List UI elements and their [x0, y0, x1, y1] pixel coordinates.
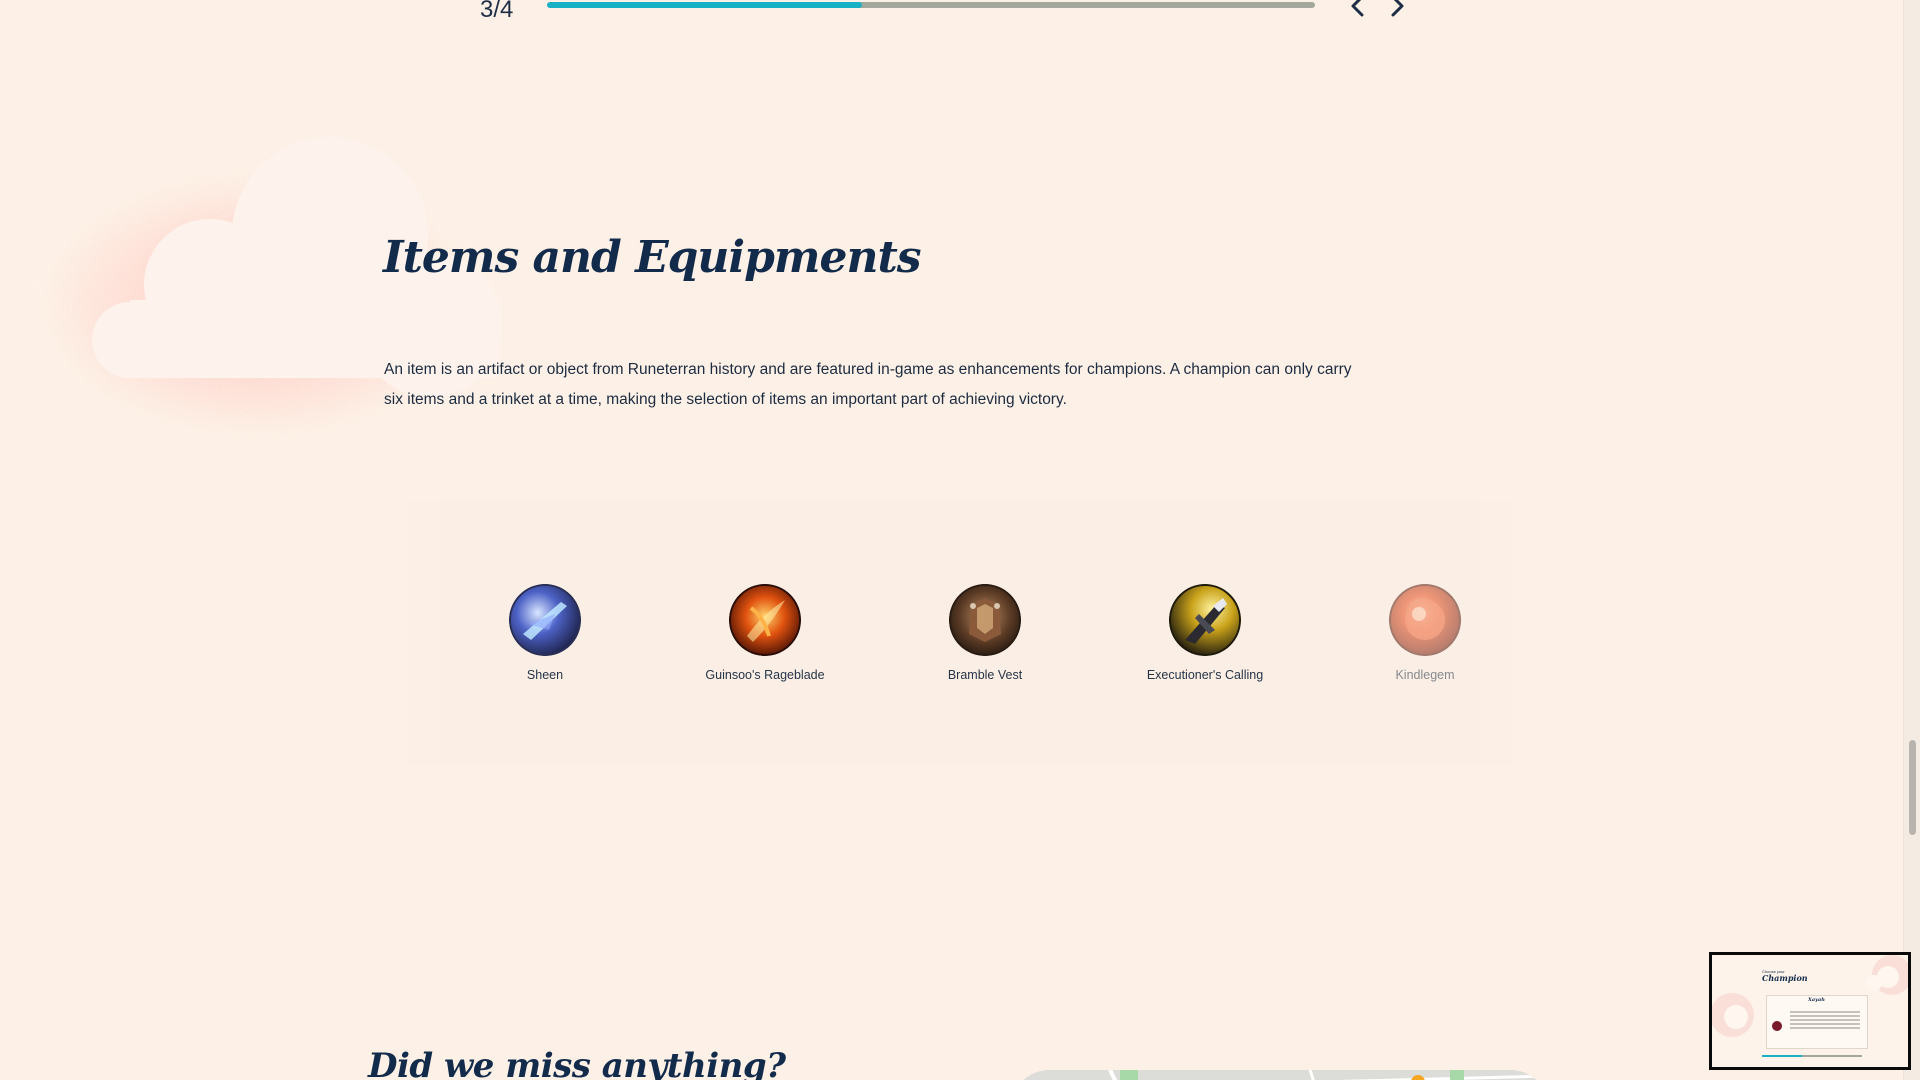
item-label: Kindlegem: [1395, 668, 1455, 682]
item-label: Bramble Vest: [947, 668, 1023, 682]
item-label: Guinsoo's Rageblade: [705, 668, 825, 682]
pager-next-button[interactable]: [1383, 0, 1411, 20]
minimap-card: [1766, 995, 1868, 1049]
minimap-card-name: Xayah: [1808, 997, 1825, 1003]
pager-progress-fill: [547, 2, 862, 8]
sheen-icon: [509, 584, 581, 656]
next-section-title: Did we miss anything?: [368, 1046, 786, 1080]
item-label: Executioner's Calling: [1146, 668, 1264, 682]
item-kindlegem[interactable]: Kindlegem: [1335, 584, 1515, 682]
bramble-vest-icon: [949, 584, 1021, 656]
section-title: Items and Equipments: [383, 232, 922, 283]
minimap-text-line: [1790, 1023, 1860, 1025]
minimap-text-line: [1790, 1027, 1860, 1029]
kindlegem-icon: [1389, 584, 1461, 656]
minimap-progress-bar: [1762, 1055, 1862, 1057]
minimap-progress-fill: [1762, 1055, 1802, 1057]
page: 3/4 Items and Equipments An item is an a…: [0, 0, 1920, 1080]
map-preview: [1010, 1070, 1550, 1080]
chevron-left-icon: [1351, 0, 1364, 17]
pager-count: 3/4: [480, 0, 514, 23]
minimap-title: Champion: [1762, 973, 1808, 983]
item-bramble-vest[interactable]: Bramble Vest: [895, 584, 1075, 682]
chevron-right-icon: [1391, 0, 1404, 17]
item-executioners-calling[interactable]: Executioner's Calling: [1115, 584, 1295, 682]
page-scrollbar[interactable]: [1903, 0, 1920, 1080]
pager-progress-bar: [547, 2, 1315, 8]
guinsoos-rageblade-icon: [729, 584, 801, 656]
item-sheen[interactable]: Sheen: [455, 584, 635, 682]
scrollbar-thumb[interactable]: [1909, 740, 1916, 835]
minimap-text-line: [1790, 1011, 1860, 1013]
item-label: Sheen: [526, 668, 564, 682]
minimap-avatar: [1772, 1021, 1782, 1031]
section-description: An item is an artifact or object from Ru…: [384, 361, 1352, 408]
executioners-calling-icon: [1169, 584, 1241, 656]
pager-prev-button[interactable]: [1344, 0, 1372, 20]
minimap-text-line: [1790, 1019, 1860, 1021]
page-minimap[interactable]: Choose your Champion Xayah: [1709, 952, 1911, 1070]
minimap-text-line: [1790, 1015, 1860, 1017]
item-guinsoos-rageblade[interactable]: Guinsoo's Rageblade: [675, 584, 855, 682]
